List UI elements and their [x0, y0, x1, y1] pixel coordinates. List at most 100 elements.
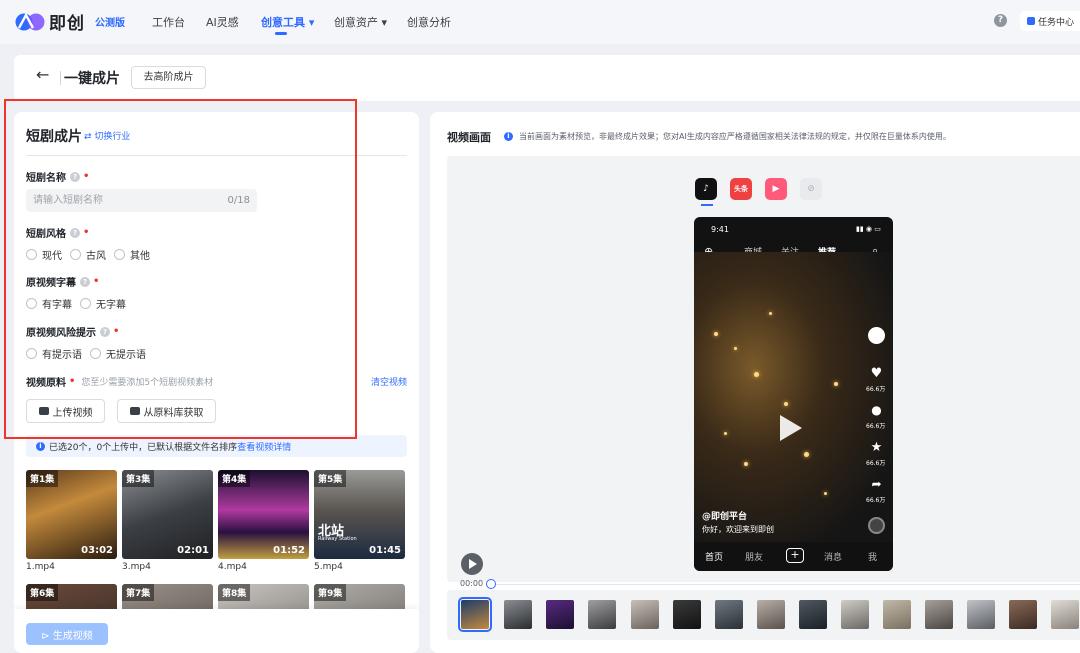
- nav-workbench[interactable]: 工作台: [152, 14, 185, 30]
- favorite-count: 66.6万: [866, 460, 886, 467]
- episode-badge: 第9集: [314, 584, 347, 601]
- generate-video-button[interactable]: ⊳ 生成视频: [26, 623, 108, 645]
- info-icon: i: [504, 132, 513, 141]
- timecode: 00:00: [460, 579, 484, 588]
- light-dot: [834, 382, 838, 386]
- nav-creative-analysis[interactable]: 创意分析: [407, 14, 451, 30]
- frame-thumbnail[interactable]: [546, 600, 574, 629]
- xigua-platform-icon[interactable]: ▶: [765, 178, 787, 200]
- phone-nav-messages[interactable]: 消息: [824, 550, 842, 563]
- phone-nav-create[interactable]: +: [786, 548, 804, 563]
- app-name: 即创: [49, 14, 85, 34]
- platform-active-indicator: [701, 204, 713, 206]
- video-caption: 你好，欢迎来到即创: [702, 525, 774, 534]
- phone-time: 9:41: [711, 225, 729, 234]
- app-logo[interactable]: 即创: [14, 9, 85, 34]
- preview-notice: i 当前画面为素材预览，非最终成片效果；您对AI生成内容应严格遵循国家相关法律法…: [504, 131, 951, 142]
- frame-thumbnail[interactable]: [883, 600, 911, 629]
- episode-badge: 第6集: [26, 584, 59, 601]
- frame-thumbnail[interactable]: [1009, 600, 1037, 629]
- frame-thumbnail[interactable]: [673, 600, 701, 629]
- favorite-star-icon[interactable]: ★: [868, 439, 885, 456]
- other-platform-icon[interactable]: ⊘: [800, 178, 822, 200]
- like-count: 66.6万: [866, 386, 886, 393]
- frame-thumbnail[interactable]: [458, 597, 492, 632]
- timeline-track[interactable]: [496, 584, 1080, 585]
- episode-badge: 第4集: [218, 470, 251, 487]
- frame-thumbnail[interactable]: [967, 600, 995, 629]
- frame-thumbnail[interactable]: [841, 600, 869, 629]
- clip-thumbnail[interactable]: 第1集 03:02: [26, 470, 117, 559]
- highlight-annotation-box: [4, 99, 357, 439]
- frame-thumbnail[interactable]: [631, 600, 659, 629]
- preview-notice-text: 当前画面为素材预览，非最终成片效果；您对AI生成内容应严格遵循国家相关法律法规的…: [519, 132, 951, 141]
- frame-thumbnail[interactable]: [715, 600, 743, 629]
- nav-ai-inspiration[interactable]: AI灵感: [206, 14, 239, 30]
- frame-thumbnail[interactable]: [925, 600, 953, 629]
- frame-thumbnail[interactable]: [1051, 600, 1079, 629]
- light-dot: [744, 462, 748, 466]
- toutiao-platform-icon[interactable]: 头条: [730, 178, 752, 200]
- light-dot: [824, 492, 827, 495]
- light-dot: [784, 402, 788, 406]
- share-icon[interactable]: ➦: [868, 476, 885, 493]
- preview-title: 视频画面: [447, 131, 491, 144]
- light-dot: [769, 312, 772, 315]
- light-dot: [734, 347, 737, 350]
- light-dot: [754, 372, 759, 377]
- view-details-link[interactable]: 查看视频详情: [237, 440, 291, 453]
- video-preview-panel: 视频画面 i 当前画面为素材预览，非最终成片效果；您对AI生成内容应严格遵循国家…: [430, 112, 1080, 653]
- music-disc-icon[interactable]: [868, 517, 885, 534]
- clear-videos-link[interactable]: 清空视频: [371, 375, 407, 388]
- top-navigation: 即创 公测版 工作台 AI灵感 创意工具 ▾ 创意资产 ▾ 创意分析 ? 任务中…: [0, 0, 1080, 44]
- creator-avatar[interactable]: [868, 327, 885, 344]
- timeline-play-button[interactable]: [461, 553, 483, 575]
- clip-duration: 03:02: [81, 545, 113, 556]
- clip-duration: 02:01: [177, 545, 209, 556]
- video-frame: [694, 252, 893, 542]
- phone-nav-me[interactable]: 我: [868, 550, 877, 563]
- station-sign-subtext: Railway Station: [318, 536, 357, 542]
- clip-thumbnail[interactable]: 第5集 北站 Railway Station 01:45: [314, 470, 405, 559]
- phone-nav-home[interactable]: 首页: [705, 550, 723, 563]
- light-dot: [724, 432, 727, 435]
- clip-filename: 5.mp4: [314, 562, 343, 572]
- episode-badge: 第3集: [122, 470, 155, 487]
- clip-duration: 01:45: [369, 545, 401, 556]
- light-dot: [714, 332, 718, 336]
- share-count: 66.6万: [866, 497, 886, 504]
- frame-thumbnail[interactable]: [799, 600, 827, 629]
- task-icon: [1027, 17, 1035, 25]
- episode-badge: 第5集: [314, 470, 347, 487]
- phone-status-icons: ▮▮ ◉ ▭: [856, 225, 881, 233]
- phone-nav-friends[interactable]: 朋友: [745, 550, 763, 563]
- logo-mark-icon: [15, 11, 45, 30]
- selection-info-text: 已选20个，0个上传中，已默认根据文件名排序: [49, 442, 238, 453]
- video-author: @即创平台: [702, 512, 748, 522]
- help-icon[interactable]: ?: [994, 14, 1007, 27]
- frame-strip: [447, 590, 1080, 640]
- preview-area: ♪ 头条 ▶ ⊘ 9:41 ▮▮ ◉ ▭ ⊕ 商城 关注 推荐 ⌕: [447, 156, 1080, 582]
- episode-badge: 第7集: [122, 584, 155, 601]
- clip-thumbnail[interactable]: 第4集 01:52: [218, 470, 309, 559]
- frame-thumbnail[interactable]: [588, 600, 616, 629]
- page-header: ← 一键成片 去高阶成片: [14, 55, 1080, 101]
- comment-count: 66.6万: [866, 423, 886, 430]
- back-arrow-icon[interactable]: ←: [36, 65, 49, 84]
- advanced-edit-button[interactable]: 去高阶成片: [131, 66, 206, 89]
- nav-creative-assets[interactable]: 创意资产 ▾: [334, 14, 387, 30]
- comment-icon[interactable]: ●: [868, 402, 885, 419]
- douyin-platform-icon[interactable]: ♪: [695, 178, 717, 200]
- light-dot: [804, 452, 809, 457]
- nav-creative-tools[interactable]: 创意工具 ▾: [261, 14, 314, 30]
- frame-thumbnail[interactable]: [504, 600, 532, 629]
- task-center-button[interactable]: 任务中心: [1020, 11, 1080, 31]
- beta-badge: 公测版: [95, 18, 125, 29]
- clip-thumbnail[interactable]: 第3集 02:01: [122, 470, 213, 559]
- like-heart-icon[interactable]: ♥: [868, 365, 885, 382]
- task-center-label: 任务中心: [1038, 17, 1075, 28]
- timeline-scrubber[interactable]: [486, 579, 496, 589]
- frame-thumbnail[interactable]: [757, 600, 785, 629]
- phone-bottom-nav: 首页 朋友 + 消息 我: [694, 542, 893, 571]
- play-icon[interactable]: [780, 415, 802, 441]
